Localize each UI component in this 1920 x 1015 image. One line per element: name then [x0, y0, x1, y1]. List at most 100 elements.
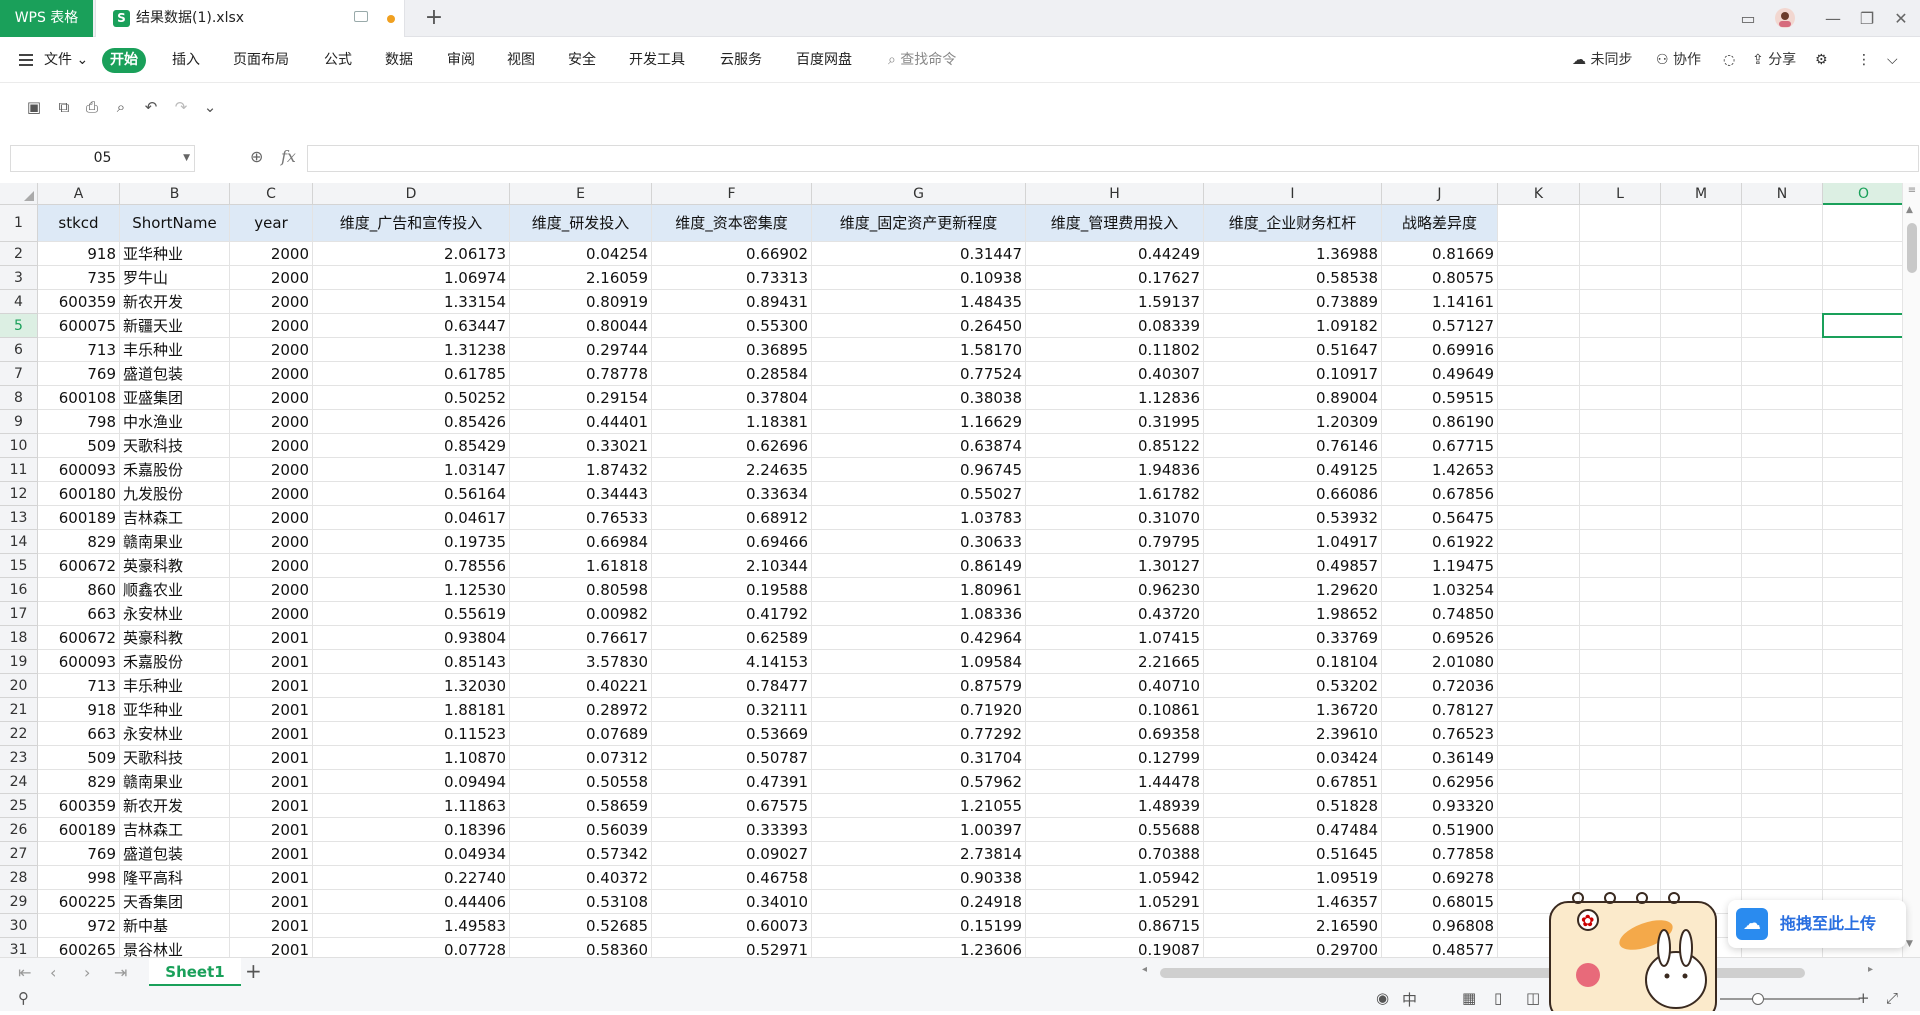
- column-header-e[interactable]: E: [510, 183, 652, 205]
- table-cell[interactable]: [1661, 842, 1742, 866]
- column-header-k[interactable]: K: [1498, 183, 1580, 205]
- table-cell[interactable]: 769: [38, 362, 120, 386]
- cell[interactable]: [1823, 205, 1902, 242]
- table-cell[interactable]: [1742, 674, 1823, 698]
- tab-security[interactable]: 安全: [568, 38, 596, 83]
- table-cell[interactable]: 2000: [230, 434, 313, 458]
- table-cell[interactable]: 829: [38, 770, 120, 794]
- row-header-22[interactable]: 22: [0, 722, 38, 746]
- table-cell[interactable]: 0.49649: [1382, 362, 1498, 386]
- table-cell[interactable]: 0.78477: [652, 674, 812, 698]
- table-cell[interactable]: [1498, 314, 1580, 338]
- table-cell[interactable]: [1498, 338, 1580, 362]
- sheet-tab[interactable]: Sheet1: [149, 958, 241, 986]
- table-cell[interactable]: 2.21665: [1026, 650, 1204, 674]
- table-cell[interactable]: 2000: [230, 530, 313, 554]
- table-cell[interactable]: 3.57830: [510, 650, 652, 674]
- table-cell[interactable]: [1580, 338, 1661, 362]
- vertical-scrollbar[interactable]: ≡ ▲ ▼: [1902, 183, 1920, 957]
- table-cell[interactable]: 0.86149: [812, 554, 1026, 578]
- table-cell[interactable]: 0.71920: [812, 698, 1026, 722]
- table-cell[interactable]: 0.96230: [1026, 578, 1204, 602]
- table-cell[interactable]: 2000: [230, 410, 313, 434]
- table-cell[interactable]: 600108: [38, 386, 120, 410]
- table-cell[interactable]: [1661, 770, 1742, 794]
- table-cell[interactable]: 英豪科教: [120, 554, 230, 578]
- table-cell[interactable]: [1498, 650, 1580, 674]
- row-header-19[interactable]: 19: [0, 650, 38, 674]
- table-cell[interactable]: 600672: [38, 626, 120, 650]
- page-break-icon[interactable]: ◫: [1526, 989, 1540, 1007]
- eye-protection-icon[interactable]: ◉: [1376, 989, 1389, 1007]
- table-cell[interactable]: 0.28584: [652, 362, 812, 386]
- table-cell[interactable]: 1.09584: [812, 650, 1026, 674]
- scroll-up-icon[interactable]: ▲: [1906, 205, 1913, 215]
- table-cell[interactable]: [1661, 602, 1742, 626]
- upload-drop-zone[interactable]: ☁ 拖拽至此上传: [1728, 900, 1906, 948]
- cell[interactable]: [1498, 205, 1580, 242]
- table-cell[interactable]: 0.37804: [652, 386, 812, 410]
- table-cell[interactable]: 0.32111: [652, 698, 812, 722]
- table-cell[interactable]: 0.76533: [510, 506, 652, 530]
- table-cell[interactable]: 600180: [38, 482, 120, 506]
- table-cell[interactable]: [1823, 242, 1902, 266]
- table-cell[interactable]: 1.48435: [812, 290, 1026, 314]
- table-cell[interactable]: [1823, 650, 1902, 674]
- tab-developer[interactable]: 开发工具: [629, 38, 685, 83]
- table-cell[interactable]: 0.10938: [812, 266, 1026, 290]
- table-cell[interactable]: [1498, 362, 1580, 386]
- table-cell[interactable]: 0.47484: [1204, 818, 1382, 842]
- table-cell[interactable]: 509: [38, 746, 120, 770]
- zoom-in-icon[interactable]: +: [1857, 989, 1870, 1007]
- column-header-j[interactable]: J: [1382, 183, 1498, 205]
- undo-icon[interactable]: ↶: [142, 98, 160, 116]
- save-as-icon[interactable]: ⧉: [55, 98, 73, 116]
- table-cell[interactable]: [1661, 434, 1742, 458]
- tab-formulas[interactable]: 公式: [324, 38, 352, 83]
- print-preview-icon[interactable]: ⌕: [112, 98, 130, 116]
- table-cell[interactable]: 九发股份: [120, 482, 230, 506]
- table-cell[interactable]: 0.50252: [313, 386, 510, 410]
- table-cell[interactable]: 1.05942: [1026, 866, 1204, 890]
- table-cell[interactable]: 2001: [230, 698, 313, 722]
- table-cell[interactable]: 1.20309: [1204, 410, 1382, 434]
- table-cell[interactable]: [1661, 482, 1742, 506]
- table-cell[interactable]: [1823, 866, 1902, 890]
- table-cell[interactable]: 0.24918: [812, 890, 1026, 914]
- table-cell[interactable]: 0.10917: [1204, 362, 1382, 386]
- table-cell[interactable]: 769: [38, 842, 120, 866]
- header-cell[interactable]: 维度_企业财务杠杆: [1204, 205, 1382, 242]
- table-cell[interactable]: [1580, 290, 1661, 314]
- table-cell[interactable]: 0.41792: [652, 602, 812, 626]
- table-cell[interactable]: 0.50787: [652, 746, 812, 770]
- table-cell[interactable]: 713: [38, 338, 120, 362]
- table-cell[interactable]: 2000: [230, 506, 313, 530]
- table-cell[interactable]: [1823, 698, 1902, 722]
- table-cell[interactable]: 0.36895: [652, 338, 812, 362]
- row-header-10[interactable]: 10: [0, 434, 38, 458]
- table-cell[interactable]: 0.34443: [510, 482, 652, 506]
- table-cell[interactable]: 2001: [230, 842, 313, 866]
- table-cell[interactable]: 0.80598: [510, 578, 652, 602]
- column-header-i[interactable]: I: [1204, 183, 1382, 205]
- horizontal-scrollbar[interactable]: ◂ ▸: [1140, 964, 1875, 980]
- table-cell[interactable]: [1580, 674, 1661, 698]
- table-cell[interactable]: [1580, 530, 1661, 554]
- cell[interactable]: [1661, 205, 1742, 242]
- table-cell[interactable]: 1.21055: [812, 794, 1026, 818]
- table-cell[interactable]: 713: [38, 674, 120, 698]
- table-cell[interactable]: 0.53932: [1204, 506, 1382, 530]
- table-cell[interactable]: 0.77524: [812, 362, 1026, 386]
- table-cell[interactable]: 1.59137: [1026, 290, 1204, 314]
- table-cell[interactable]: 2000: [230, 602, 313, 626]
- table-cell[interactable]: [1823, 482, 1902, 506]
- table-cell[interactable]: 赣南果业: [120, 770, 230, 794]
- table-cell[interactable]: [1661, 362, 1742, 386]
- table-cell[interactable]: [1498, 530, 1580, 554]
- table-cell[interactable]: 0.89431: [652, 290, 812, 314]
- table-cell[interactable]: 0.50558: [510, 770, 652, 794]
- table-cell[interactable]: 0.55688: [1026, 818, 1204, 842]
- table-cell[interactable]: 0.51647: [1204, 338, 1382, 362]
- table-cell[interactable]: [1580, 770, 1661, 794]
- table-cell[interactable]: 2.01080: [1382, 650, 1498, 674]
